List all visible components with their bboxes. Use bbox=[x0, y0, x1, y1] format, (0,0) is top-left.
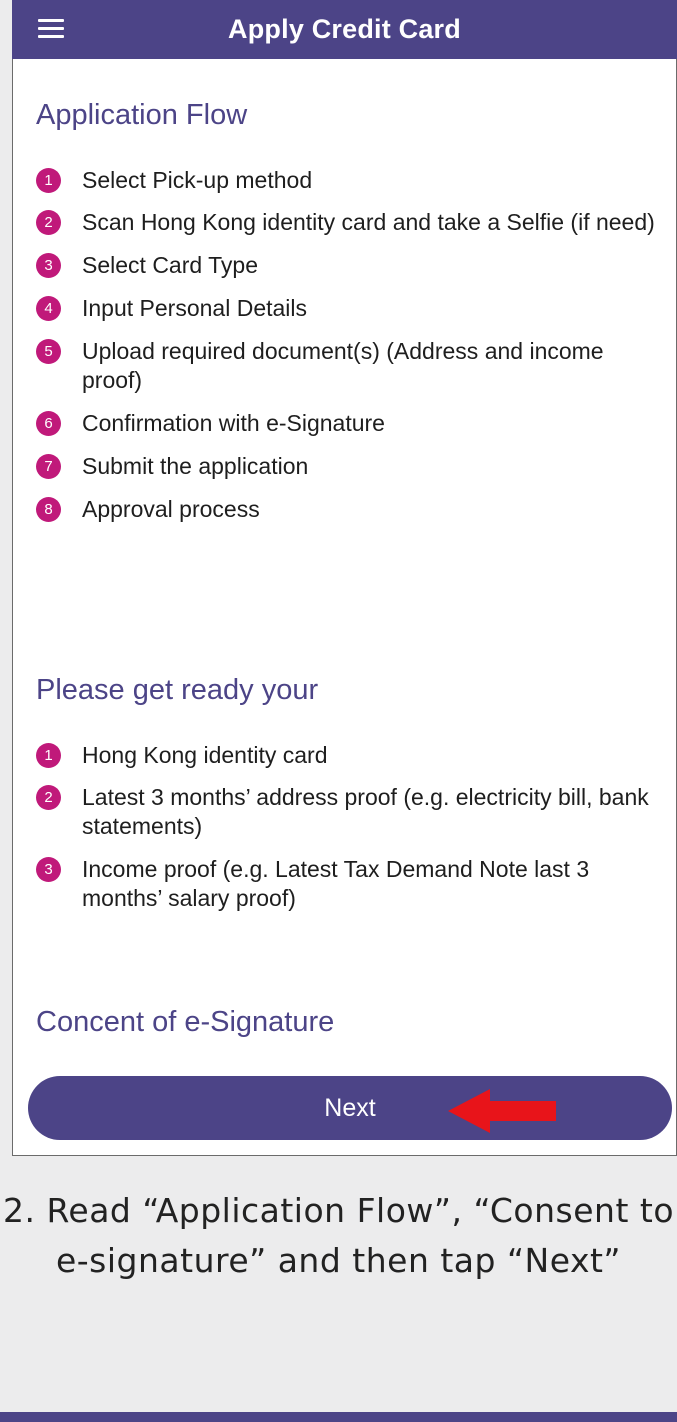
flow-step: 4 Input Personal Details bbox=[36, 294, 656, 323]
step-text: Scan Hong Kong identity card and take a … bbox=[82, 209, 655, 235]
next-button[interactable]: Next bbox=[28, 1076, 672, 1140]
flow-step: 6 Confirmation with e-Signature bbox=[36, 409, 656, 438]
step-number-badge: 3 bbox=[36, 253, 61, 278]
get-ready-title: Please get ready your bbox=[36, 674, 319, 706]
consent-title[interactable]: Concent of e-Signature bbox=[36, 1006, 334, 1039]
step-text: Select Card Type bbox=[82, 252, 259, 278]
item-text: Hong Kong identity card bbox=[82, 742, 328, 768]
ready-item: 3 Income proof (e.g. Latest Tax Demand N… bbox=[36, 855, 656, 913]
item-text: Income proof (e.g. Latest Tax Demand Not… bbox=[82, 856, 590, 911]
top-nav-bar: Apply Credit Card bbox=[12, 0, 677, 59]
step-number-badge: 4 bbox=[36, 296, 61, 321]
ready-item: 2 Latest 3 months’ address proof (e.g. e… bbox=[36, 783, 656, 841]
step-number-badge: 8 bbox=[36, 497, 61, 522]
step-number-badge: 2 bbox=[36, 210, 61, 235]
step-text: Confirmation with e-Signature bbox=[82, 410, 385, 436]
bottom-bar bbox=[0, 1412, 677, 1422]
step-text: Submit the application bbox=[82, 453, 309, 479]
application-flow-title: Application Flow bbox=[36, 99, 248, 131]
red-arrow-icon bbox=[448, 1089, 556, 1133]
flow-step: 1 Select Pick-up method bbox=[36, 166, 656, 195]
step-text: Upload required document(s) (Address and… bbox=[82, 338, 604, 393]
item-number-badge: 1 bbox=[36, 743, 61, 768]
ready-item: 1 Hong Kong identity card bbox=[36, 741, 656, 770]
application-flow-list: 1 Select Pick-up method 2 Scan Hong Kong… bbox=[36, 166, 656, 524]
step-text: Select Pick-up method bbox=[82, 167, 313, 193]
flow-step: 8 Approval process bbox=[36, 495, 656, 524]
step-number-badge: 7 bbox=[36, 454, 61, 479]
get-ready-list: 1 Hong Kong identity card 2 Latest 3 mon… bbox=[36, 741, 656, 913]
item-number-badge: 2 bbox=[36, 785, 61, 810]
flow-step: 5 Upload required document(s) (Address a… bbox=[36, 337, 656, 395]
item-text: Latest 3 months’ address proof (e.g. ele… bbox=[82, 784, 649, 839]
page-title: Apply Credit Card bbox=[228, 14, 461, 44]
step-number-badge: 5 bbox=[36, 339, 61, 364]
step-text: Approval process bbox=[82, 496, 260, 522]
flow-step: 7 Submit the application bbox=[36, 452, 656, 481]
flow-step: 2 Scan Hong Kong identity card and take … bbox=[36, 208, 656, 237]
step-number-badge: 1 bbox=[36, 168, 61, 193]
flow-step: 3 Select Card Type bbox=[36, 251, 656, 280]
instruction-caption: 2. Read “Application Flow”, “Consent to … bbox=[2, 1191, 675, 1280]
step-text: Input Personal Details bbox=[82, 295, 308, 321]
item-number-badge: 3 bbox=[36, 857, 61, 882]
step-number-badge: 6 bbox=[36, 411, 61, 436]
